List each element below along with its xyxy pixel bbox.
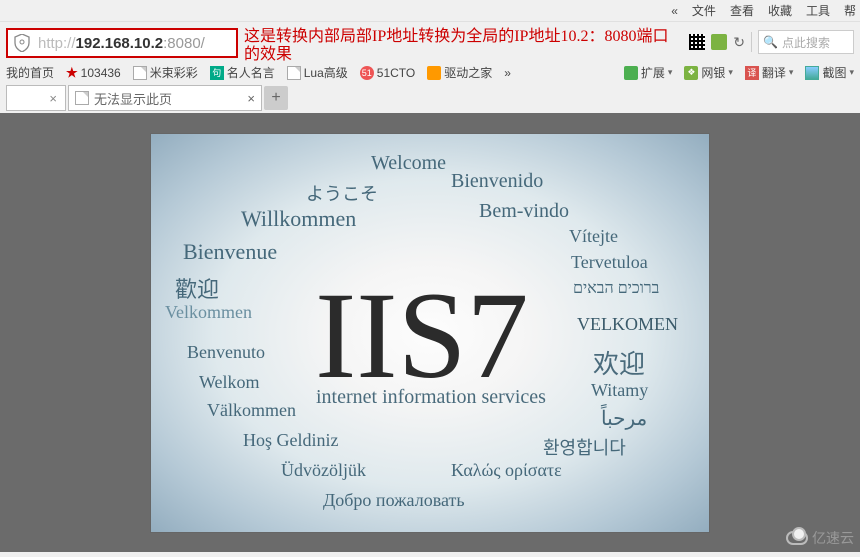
welcome-word: Bienvenido (451, 170, 543, 193)
ebank-button[interactable]: ❖网银▾ (684, 64, 733, 81)
bookmark-micai[interactable]: 米束彩彩 (133, 64, 198, 81)
welcome-word: Welkom (199, 372, 260, 393)
welcome-word: Добро пожаловать (323, 490, 465, 511)
bank-icon: ❖ (684, 66, 698, 80)
cto-icon: 51 (360, 66, 374, 80)
welcome-word: 欢迎 (593, 344, 645, 381)
annotation-text: 这是转换内部局部IP地址转换为全局的IP地址10.2：8080端口 的效果 (244, 28, 674, 64)
quote-icon: 句 (210, 66, 224, 80)
iis-tagline: internet information services (316, 386, 546, 409)
page-icon (287, 66, 301, 80)
welcome-word: Tervetuloa (571, 252, 648, 273)
welcome-word: مرحباً (601, 406, 647, 431)
translate-button[interactable]: 译翻译▾ (745, 64, 794, 81)
welcome-word: ようこそ (306, 180, 378, 206)
welcome-word: 환영합니다 (543, 434, 626, 460)
chevron-down-icon: ▾ (849, 67, 854, 78)
top-menu-file[interactable]: 文件 (692, 2, 716, 19)
welcome-word: Witamy (591, 380, 648, 401)
safety-icon[interactable] (711, 34, 727, 50)
welcome-word: Καλώς ορίσατε (451, 460, 562, 481)
annotation-line-2: 的效果 (244, 46, 674, 64)
bookmark-103436[interactable]: ★103436 (66, 65, 121, 81)
screenshot-icon (805, 66, 819, 80)
bookmark-more[interactable]: » (504, 66, 511, 80)
refresh-icon[interactable]: ↻ (733, 34, 745, 51)
welcome-word: Willkommen (241, 206, 356, 232)
address-section: http://192.168.10.2:8080/ 这是转换内部局部IP地址转换… (0, 22, 860, 60)
page-icon (75, 91, 89, 105)
top-menu-view[interactable]: 查看 (730, 2, 754, 19)
divider (751, 32, 752, 52)
bookmark-right: 扩展▾ ❖网银▾ 译翻译▾ 截图▾ (624, 64, 854, 81)
search-box[interactable]: 🔍 点此搜索 (758, 30, 854, 54)
welcome-word: Bem-vindo (479, 200, 569, 223)
screenshot-button[interactable]: 截图▾ (805, 64, 854, 81)
top-menu-help[interactable]: 帮 (844, 2, 856, 19)
url-port: :8080/ (163, 35, 205, 52)
bookmark-left: 我的首页 ★103436 米束彩彩 句名人名言 Lua高级 5151CTO 驱动… (6, 64, 511, 81)
welcome-word: Welcome (371, 152, 446, 175)
bookmark-home[interactable]: 我的首页 (6, 64, 54, 81)
top-menu-back[interactable]: « (671, 4, 678, 18)
url-protocol: http:// (38, 35, 76, 52)
url-ip: 192.168.10.2 (76, 35, 164, 52)
driver-icon (427, 66, 441, 80)
chevron-down-icon: ▾ (789, 67, 794, 78)
welcome-word: ברוכים הבאים (573, 280, 659, 298)
search-placeholder: 点此搜索 (782, 34, 830, 51)
welcome-word: VELKOMEN (577, 314, 678, 335)
star-icon: ★ (66, 65, 78, 81)
close-icon[interactable]: × (49, 91, 57, 106)
tab-bar: × 无法显示此页 × + (0, 85, 860, 113)
chevron-down-icon: ▾ (668, 67, 673, 78)
qr-icon[interactable] (689, 34, 705, 50)
cloud-icon (786, 531, 808, 545)
iis-logo: IIS7 (315, 274, 529, 398)
welcome-word: Bienvenue (183, 239, 277, 265)
extensions-button[interactable]: 扩展▾ (624, 64, 673, 81)
close-icon[interactable]: × (247, 91, 255, 106)
new-tab-button[interactable]: + (264, 86, 288, 110)
bookmark-quotes[interactable]: 句名人名言 (210, 64, 275, 81)
page-content: IIS7 internet information services Welco… (0, 113, 860, 552)
shield-icon (8, 30, 36, 56)
url-text: http://192.168.10.2:8080/ (36, 35, 205, 52)
welcome-word: Üdvözöljük (281, 460, 366, 481)
annotation-line-1: 这是转换内部局部IP地址转换为全局的IP地址10.2：8080端口 (244, 28, 674, 46)
welcome-word: Velkommen (165, 302, 252, 323)
active-tab[interactable]: 无法显示此页 × (68, 85, 262, 111)
welcome-word: Vítejte (569, 226, 618, 247)
page-icon (133, 66, 147, 80)
top-menu-tools[interactable]: 工具 (806, 2, 830, 19)
welcome-word: 歡迎 (175, 272, 219, 304)
url-bar[interactable]: http://192.168.10.2:8080/ (6, 28, 238, 58)
chevron-down-icon: ▾ (728, 67, 733, 78)
translate-icon: 译 (745, 66, 759, 80)
iis-welcome-box: IIS7 internet information services Welco… (150, 133, 710, 533)
search-icon: 🔍 (763, 35, 778, 49)
bookmark-lua[interactable]: Lua高级 (287, 64, 348, 81)
welcome-word: Benvenuto (187, 342, 265, 363)
bookmark-driver[interactable]: 驱动之家 (427, 64, 492, 81)
extension-icon (624, 66, 638, 80)
welcome-word: Hoş Geldiniz (243, 430, 338, 451)
watermark-text: 亿速云 (812, 528, 854, 548)
welcome-word: Välkommen (207, 400, 296, 421)
top-menu-favorites[interactable]: 收藏 (768, 2, 792, 19)
tab-title: 无法显示此页 (94, 89, 172, 108)
bookmark-51cto[interactable]: 5151CTO (360, 66, 415, 80)
top-menu-bar: « 文件 查看 收藏 工具 帮 (0, 0, 860, 22)
watermark: 亿速云 (786, 528, 854, 548)
pinned-tab[interactable]: × (6, 85, 66, 111)
right-tools: ↻ 🔍 点此搜索 (689, 30, 854, 54)
